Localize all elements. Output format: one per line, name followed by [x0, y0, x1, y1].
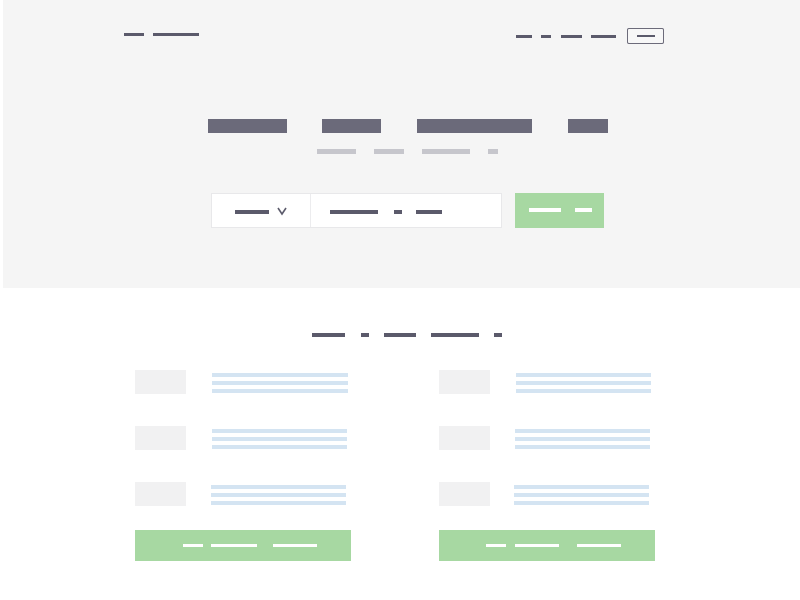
search-divider	[310, 194, 311, 227]
headline-word	[322, 119, 381, 133]
item-text-line	[212, 373, 348, 377]
nav-link-3[interactable]	[561, 35, 582, 38]
item-text-line	[516, 389, 651, 393]
section-title-word	[361, 333, 369, 337]
subtitle-word	[422, 149, 470, 154]
thumbnail-image	[439, 370, 490, 394]
section-title-word	[431, 333, 479, 337]
search-input-word	[394, 210, 402, 214]
item-text-line	[516, 381, 651, 385]
thumbnail-image	[439, 426, 490, 450]
cta-word	[273, 544, 317, 547]
cta-word	[486, 544, 506, 547]
headline-word	[417, 119, 532, 133]
subtitle-word	[374, 149, 404, 154]
nav-button-label	[637, 35, 655, 37]
subtitle-word	[317, 149, 356, 154]
logo-wordmark	[153, 33, 199, 36]
nav-link-2[interactable]	[541, 35, 551, 38]
item-text-line	[516, 373, 651, 377]
nav-link-4[interactable]	[591, 35, 616, 38]
item-text-line	[211, 485, 346, 489]
section-title-word	[312, 333, 345, 337]
cta-word	[183, 544, 203, 547]
search-form	[211, 193, 502, 228]
search-input-word	[330, 210, 378, 214]
item-text-line	[515, 437, 650, 441]
item-text-line	[212, 437, 347, 441]
cta-word	[577, 544, 621, 547]
nav-button[interactable]	[627, 28, 664, 44]
thumbnail-image	[439, 482, 490, 506]
subtitle-word	[488, 149, 498, 154]
hero-section	[3, 0, 800, 288]
cta-button-right[interactable]	[439, 530, 655, 561]
thumbnail-image	[135, 426, 186, 450]
search-button[interactable]	[515, 193, 604, 228]
search-input-word	[416, 210, 442, 214]
item-text-line	[515, 429, 650, 433]
category-select-value	[235, 210, 269, 214]
cta-word	[211, 544, 257, 547]
item-text-line	[514, 501, 649, 505]
thumbnail-image	[135, 370, 186, 394]
section-title-word	[494, 333, 502, 337]
item-text-line	[514, 493, 649, 497]
item-text-line	[212, 445, 347, 449]
item-text-line	[211, 501, 346, 505]
item-text-line	[212, 429, 347, 433]
nav-link-1[interactable]	[516, 35, 532, 38]
thumbnail-image	[135, 482, 186, 506]
item-text-line	[211, 493, 346, 497]
section-title-word	[384, 333, 416, 337]
search-button-word	[575, 208, 592, 212]
search-button-word	[529, 208, 561, 212]
item-text-line	[212, 381, 348, 385]
cta-word	[515, 544, 559, 547]
item-text-line	[212, 389, 348, 393]
item-text-line	[515, 445, 650, 449]
headline-word	[568, 119, 608, 133]
chevron-down-icon	[276, 204, 288, 218]
item-text-line	[514, 485, 649, 489]
logo-mark	[124, 33, 144, 36]
headline-word	[208, 119, 287, 133]
cta-button-left[interactable]	[135, 530, 351, 561]
